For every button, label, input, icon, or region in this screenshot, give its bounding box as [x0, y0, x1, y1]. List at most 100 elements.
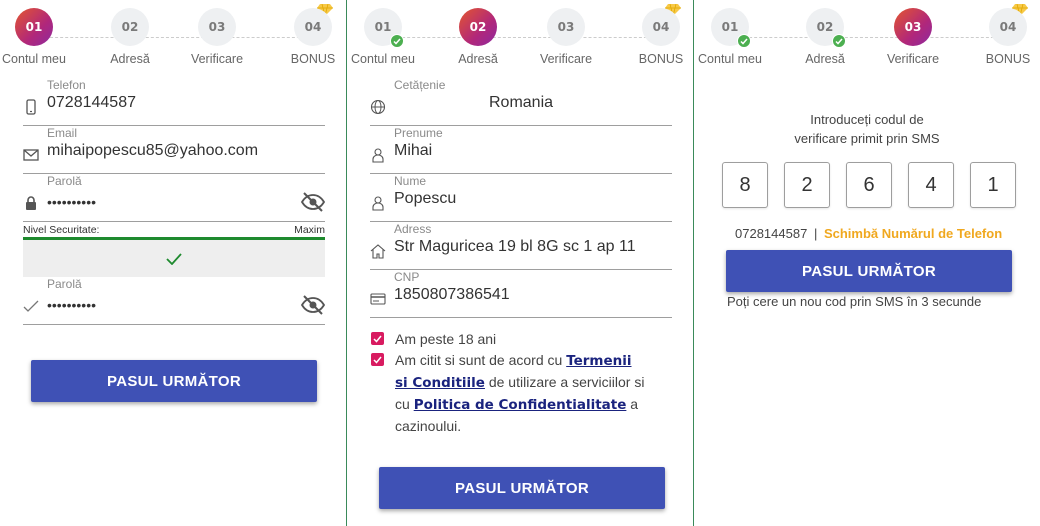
phone-label: Telefon: [47, 78, 86, 92]
terms-checkbox-row[interactable]: Am citit si sunt de acord cu Termenii si…: [371, 350, 645, 437]
address-field[interactable]: Adress Str Maguricea 19 bl 8G sc 1 ap 11: [370, 222, 672, 270]
first-name-input[interactable]: Mihai: [394, 142, 432, 160]
step-1-number: 01: [721, 20, 739, 34]
phone-number: 0728144587: [735, 226, 808, 241]
code-digit-3[interactable]: 6: [846, 162, 892, 208]
stepper-connector: [40, 37, 310, 38]
step-3-label: Verificare: [886, 52, 940, 66]
step-4-circle: 04: [294, 8, 332, 46]
step-3-circle: 03: [894, 8, 932, 46]
cnp-input[interactable]: 1850807386541: [394, 286, 510, 304]
confirm-password-field[interactable]: Parolă ••••••••••: [23, 277, 325, 325]
age-checkbox-label: Am peste 18 ani: [395, 331, 497, 347]
stepper-connector: [734, 37, 1004, 38]
next-step-button[interactable]: PASUL URMĂTOR: [31, 360, 317, 402]
step-2[interactable]: 02 Adresă: [438, 0, 518, 66]
step-4-label: BONUS: [290, 52, 336, 66]
security-ok-box: [23, 240, 325, 277]
registration-step-1-panel: 01 Contul meu 02 Adresă 03 Verificare 04…: [0, 0, 346, 526]
step-2-label: Adresă: [110, 52, 150, 66]
step-3[interactable]: 03 Verificare: [526, 0, 606, 66]
step-3-label: Verificare: [190, 52, 244, 66]
check-icon: [390, 34, 404, 48]
security-level-row: Nivel Securitate: Maxim: [23, 224, 325, 236]
phone-change-row: 0728144587 | Schimbă Numărul de Telefon: [735, 226, 1002, 241]
step-1-label: Contul meu: [351, 52, 415, 66]
code-digit-4[interactable]: 4: [908, 162, 954, 208]
phone-field[interactable]: Telefon 0728144587: [23, 78, 325, 126]
password-input[interactable]: ••••••••••: [47, 194, 96, 210]
next-step-button[interactable]: PASUL URMĂTOR: [379, 467, 665, 509]
step-4-circle: 04: [989, 8, 1027, 46]
step-1-circle: 01: [364, 8, 404, 48]
privacy-link[interactable]: Politica de Confidentialitate: [414, 397, 627, 413]
step-3[interactable]: 03 Verificare: [177, 0, 257, 66]
registration-step-2-panel: 01 Contul meu 02 Adresă 03 Verificare 04…: [347, 0, 693, 526]
first-name-label: Prenume: [394, 126, 443, 140]
check-icon: [832, 34, 846, 48]
cnp-field[interactable]: CNP 1850807386541: [370, 270, 672, 318]
step-2[interactable]: 02 Adresă: [785, 0, 865, 66]
step-1[interactable]: 01 Contul meu: [343, 0, 423, 66]
step-3-label: Verificare: [539, 52, 593, 66]
stepper: 01 Contul meu 02 Adresă 03 Verificare 04…: [0, 0, 346, 70]
citizenship-label: Cetățenie: [394, 78, 446, 92]
step-4[interactable]: 04 BONUS: [968, 0, 1040, 66]
step-2-label: Adresă: [805, 52, 845, 66]
sms-instructions-line-1: Introduceți codul de: [810, 112, 924, 127]
person-icon: [372, 148, 384, 163]
last-name-input[interactable]: Popescu: [394, 190, 456, 208]
confirm-password-input[interactable]: ••••••••••: [47, 297, 96, 313]
code-digit-1[interactable]: 8: [722, 162, 768, 208]
age-checkbox-row[interactable]: Am peste 18 ani: [371, 329, 645, 350]
step-4-label: BONUS: [638, 52, 684, 66]
phone-icon: [26, 99, 36, 115]
address-input[interactable]: Str Maguricea 19 bl 8G sc 1 ap 11: [394, 238, 636, 256]
email-field[interactable]: Email mihaipopescu85@yahoo.com: [23, 126, 325, 174]
step-2[interactable]: 02 Adresă: [90, 0, 170, 66]
confirm-password-label: Parolă: [47, 277, 82, 291]
sms-instructions-line-2: verificare primit prin SMS: [794, 131, 940, 146]
lock-icon: [26, 196, 36, 210]
terms-checkbox[interactable]: [371, 353, 384, 366]
step-4-circle: 04: [642, 8, 680, 46]
checkmark-icon: [166, 252, 182, 265]
email-input[interactable]: mihaipopescu85@yahoo.com: [47, 142, 258, 160]
code-digit-5[interactable]: 1: [970, 162, 1016, 208]
age-checkbox[interactable]: [371, 332, 384, 345]
eye-off-icon[interactable]: [301, 294, 325, 316]
citizenship-field[interactable]: Cetățenie Romania: [370, 78, 672, 126]
step-3-circle: 03: [198, 8, 236, 46]
step-4[interactable]: 04 BONUS: [273, 0, 353, 66]
code-digit-2[interactable]: 2: [784, 162, 830, 208]
step-1-circle: 01: [711, 8, 751, 48]
home-icon: [370, 244, 386, 259]
password-field[interactable]: Parolă ••••••••••: [23, 174, 325, 222]
citizenship-select[interactable]: Romania: [370, 94, 672, 112]
step-1-circle: 01: [15, 8, 53, 46]
eye-off-icon[interactable]: [301, 191, 325, 213]
step-1-number: 01: [374, 20, 392, 34]
id-card-icon: [370, 293, 386, 305]
step-4-label: BONUS: [985, 52, 1031, 66]
step-4[interactable]: 04 BONUS: [621, 0, 701, 66]
stepper: 01 Contul meu 02 Adresă 03 Verificare 04…: [694, 0, 1040, 70]
password-label: Parolă: [47, 174, 82, 188]
cnp-label: CNP: [394, 270, 420, 284]
phone-input[interactable]: 0728144587: [47, 94, 136, 112]
step-1[interactable]: 01 Contul meu: [690, 0, 770, 66]
checkmark-icon: [23, 300, 39, 312]
person-icon: [372, 196, 384, 211]
terms-prefix: Am citit si sunt de acord cu: [395, 352, 563, 368]
stepper-connector: [387, 37, 657, 38]
security-level-label: Nivel Securitate:: [23, 224, 100, 236]
step-1[interactable]: 01 Contul meu: [0, 0, 74, 66]
last-name-field[interactable]: Nume Popescu: [370, 174, 672, 222]
security-level-value: Maxim: [294, 224, 325, 236]
step-3-circle: 03: [547, 8, 585, 46]
next-step-button[interactable]: PASUL URMĂTOR: [726, 250, 1012, 292]
step-3[interactable]: 03 Verificare: [873, 0, 953, 66]
last-name-label: Nume: [394, 174, 427, 188]
first-name-field[interactable]: Prenume Mihai: [370, 126, 672, 174]
change-phone-link[interactable]: Schimbă Numărul de Telefon: [824, 226, 1002, 241]
